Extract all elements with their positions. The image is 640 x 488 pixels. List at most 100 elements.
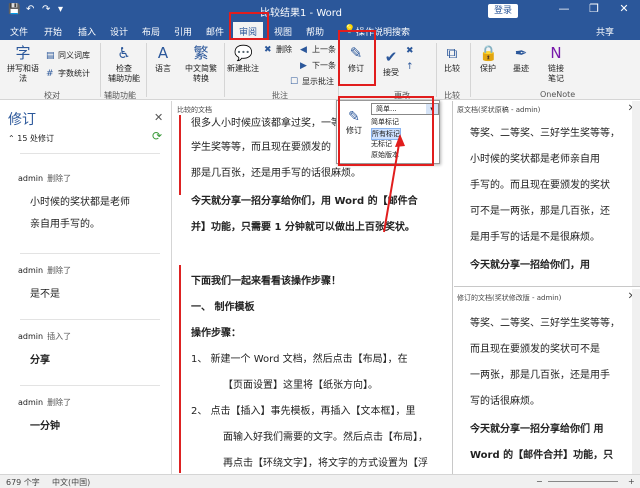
scrollbar[interactable]: [632, 101, 640, 286]
next-comment-button[interactable]: ▶ 下一条: [300, 60, 336, 71]
compare-group-label: 比较: [444, 91, 460, 100]
prev-comment-button[interactable]: ◀ 上一条: [300, 44, 336, 55]
revision-item[interactable]: admin 删除了 小时候的奖状都是老师亲自用手写的。: [18, 173, 163, 236]
revision-text: 一分钟: [30, 421, 60, 432]
doc-line: 【页面设置】这里将【纸张方向】。: [223, 380, 378, 391]
doc-line: 等奖、二等奖、三好学生奖等等，: [470, 318, 620, 329]
revised-document[interactable]: 修订的文档(奖状修改版 - admin) ✕ 等奖、二等奖、三好学生奖等等， 而…: [454, 289, 640, 474]
ink-button[interactable]: ✒ 墨迹: [506, 44, 536, 74]
doc-line: 1、 新建一个 Word 文档，然后点击【布局】，在: [191, 354, 408, 365]
tab-layout[interactable]: 布局: [142, 25, 160, 38]
reject-button[interactable]: ✖: [406, 46, 418, 56]
thesaurus-button[interactable]: ▤ 同义词库: [46, 50, 90, 61]
doc-line: 今天就分享一招给你们，用: [470, 260, 590, 271]
zoom-out-button[interactable]: −: [536, 477, 543, 486]
ribbon-divider: [100, 43, 101, 97]
word-count[interactable]: 679 个字: [6, 477, 40, 488]
onenote-link-button[interactable]: N 链接 笔记: [540, 44, 572, 84]
protect-button[interactable]: 🔒 保护: [474, 44, 502, 74]
revision-author: admin: [18, 266, 44, 275]
login-button[interactable]: 登录: [488, 4, 519, 18]
refresh-icon[interactable]: ⟳: [152, 129, 162, 143]
show-comments-icon: ☐: [290, 77, 299, 87]
minimize-button[interactable]: —: [554, 2, 574, 15]
spelling-button[interactable]: 字 拼写和语法: [4, 44, 42, 84]
tab-references[interactable]: 引用: [174, 25, 192, 38]
tab-insert[interactable]: 插入: [78, 25, 96, 38]
doc-line: 小时候的奖状都是老师亲自用: [470, 154, 600, 165]
doc-line: 那是几百张，还是用手写的话很麻烦。: [191, 168, 361, 179]
onenote-icon: N: [550, 44, 562, 62]
original-document[interactable]: 原文档(奖状原稿 - admin) ✕ 等奖、二等奖、三好学生奖等等， 小时候的…: [454, 101, 640, 287]
revision-author: admin: [18, 332, 44, 341]
convert-icon: 繁: [193, 44, 209, 62]
comment-icon: 💬: [234, 44, 253, 62]
doc-line: 今天就分享一招分享给你们 用: [470, 424, 604, 435]
close-pane-icon[interactable]: ✕: [154, 111, 163, 124]
tab-design[interactable]: 设计: [110, 25, 128, 38]
onenote-group-label: OneNote: [540, 90, 576, 99]
revision-author: admin: [18, 398, 44, 407]
revisions-title: 修订: [8, 112, 36, 128]
tab-help[interactable]: 帮助: [306, 25, 324, 38]
divider: [20, 253, 160, 254]
spellcheck-icon: 字: [15, 44, 31, 62]
show-comments-button[interactable]: ☐ 显示批注: [290, 76, 334, 87]
next-icon: ▶: [300, 61, 307, 71]
close-button[interactable]: ✕: [614, 2, 634, 15]
doc-line: 等奖、二等奖、三好学生奖等等，: [470, 128, 620, 139]
ribbon-divider: [470, 43, 471, 97]
new-comment-button[interactable]: 💬 新建批注: [226, 44, 260, 74]
change-bar: [179, 115, 181, 195]
chinese-conversion-button[interactable]: 繁 中文简繁 转换: [180, 44, 222, 84]
doc-line: 一、 制作模板: [191, 302, 255, 313]
revision-action: 删除了: [47, 398, 72, 407]
tab-view[interactable]: 视图: [274, 25, 292, 38]
revised-doc-header: 修订的文档(奖状修改版 - admin): [457, 294, 562, 302]
previous-change-button[interactable]: ↑: [406, 62, 418, 72]
wordcount-button[interactable]: # 字数统计: [46, 68, 90, 79]
tab-mailings[interactable]: 邮件: [206, 25, 224, 38]
doc-line: Word 的【邮件合并】功能，只: [470, 450, 614, 461]
doc-line: 是用手写的话是不是很麻烦。: [470, 232, 600, 243]
doc-line: 学生奖等等，而且现在要颁发的: [191, 142, 331, 153]
redo-icon[interactable]: ↷: [42, 4, 50, 15]
revision-count[interactable]: ⌃ 15 处修订: [8, 133, 54, 144]
divider: [20, 385, 160, 386]
tab-file[interactable]: 文件: [10, 25, 28, 38]
doc-line: 并】功能，只需要 1 分钟就可以做出上百张奖状。: [191, 222, 415, 233]
check-accessibility-button[interactable]: ♿ 检查 辅助功能: [104, 44, 144, 84]
doc-line: 2、 点击【插入】事先模板，再插入【文本框】，里: [191, 406, 416, 417]
compare-button[interactable]: ⧉ 比较: [438, 44, 466, 74]
accessibility-icon: ♿: [117, 44, 131, 62]
compare-icon: ⧉: [446, 44, 458, 62]
title-bar: 💾 ↶ ↷ ▾ 比较结果1 - Word 登录 — ❐ ✕: [0, 0, 640, 22]
revision-item[interactable]: admin 插入了 分享: [18, 331, 163, 372]
save-icon[interactable]: 💾: [8, 4, 20, 15]
restore-button[interactable]: ❐: [584, 2, 604, 15]
scrollbar[interactable]: [632, 289, 640, 474]
doc-line: 而且现在要颁发的奖状可不是: [470, 344, 600, 355]
undo-icon[interactable]: ↶: [26, 4, 34, 15]
revision-author: admin: [18, 174, 44, 183]
ribbon-tabs: 文件 开始 插入 设计 布局 引用 邮件 审阅 视图 帮助 💡 操作说明搜索 共…: [0, 22, 640, 40]
language-button[interactable]: A 语言: [148, 44, 178, 74]
highlight-track-button: [338, 30, 376, 86]
accept-button[interactable]: ✔ 接受: [378, 48, 404, 78]
revision-item[interactable]: admin 删除了 一分钟: [18, 397, 163, 438]
share-button[interactable]: 共享: [596, 25, 614, 38]
compared-document-label: 比较的文档: [177, 106, 212, 114]
ribbon-divider: [436, 43, 437, 97]
language-status[interactable]: 中文(中国): [52, 477, 90, 488]
quick-access-dropdown-icon[interactable]: ▾: [58, 4, 63, 15]
doc-line: 很多人小时候应该都拿过奖，一等: [191, 118, 341, 129]
revision-text: 小时候的奖状都是老师亲自用手写的。: [30, 197, 130, 230]
zoom-slider[interactable]: [548, 481, 618, 482]
delete-comment-button[interactable]: ✖ 删除: [264, 44, 292, 55]
revision-item[interactable]: admin 删除了 是不是: [18, 265, 163, 306]
doc-line: 一两张，那是几百张，还是用手: [470, 370, 610, 381]
doc-line: 手写的。而且现在要颁发的奖状: [470, 180, 610, 191]
zoom-in-button[interactable]: +: [628, 477, 635, 486]
reject-icon: ✖: [406, 46, 414, 56]
tab-home[interactable]: 开始: [44, 25, 62, 38]
